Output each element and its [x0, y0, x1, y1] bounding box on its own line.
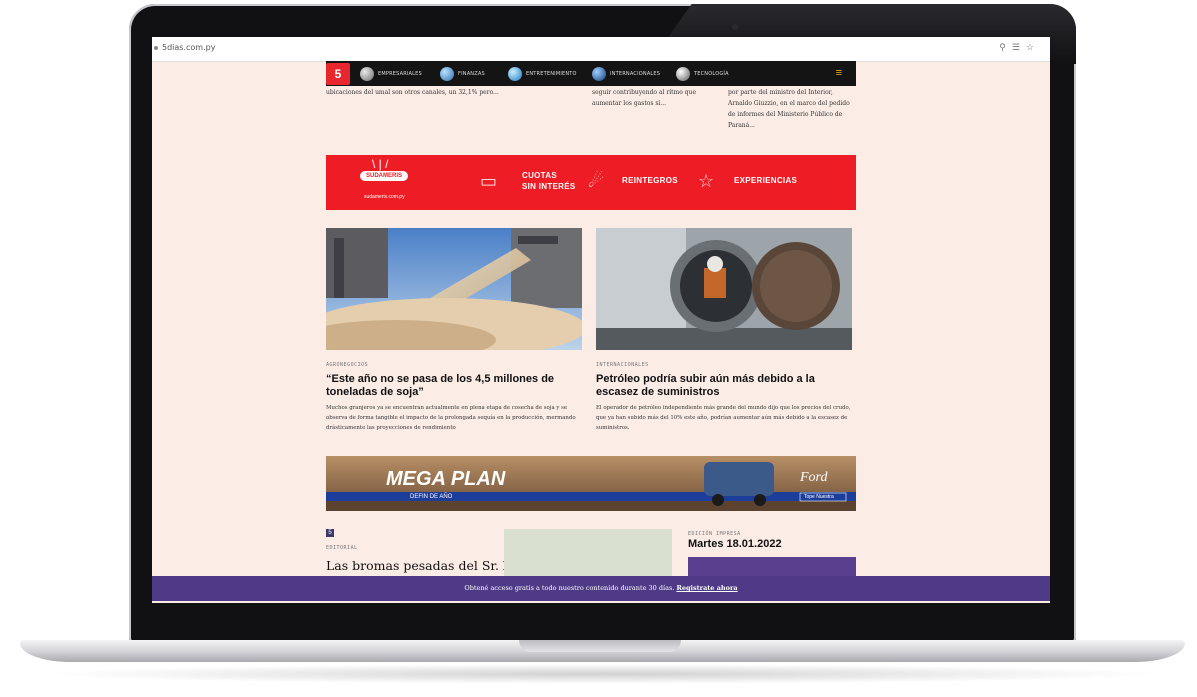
- screen: 5dias.com.py ⚲☰☆ 5 EMPRESARIALES FINANZA…: [152, 37, 1050, 603]
- laptop-notch: [519, 640, 681, 652]
- browser-tools: ⚲☰☆: [999, 42, 1040, 53]
- webcam: [732, 24, 738, 30]
- ad-cuotas-line1: CUOTAS: [522, 171, 557, 180]
- article-category-2[interactable]: INTERNACIONALES: [596, 362, 649, 368]
- ford-ad-banner[interactable]: MEGA PLAN DEFIN DE AÑO Ford Tope Nuestra: [326, 456, 856, 511]
- article-category-1[interactable]: AGRONEGOCIOS: [326, 362, 368, 368]
- article-title-1[interactable]: “Este año no se pasa de los 4,5 millones…: [326, 373, 588, 399]
- ford-ad-sub: DEFIN DE AÑO: [410, 494, 453, 500]
- article-fragment-middle-1[interactable]: seguir contribuyendo al rítmo que: [592, 88, 716, 98]
- edition-date[interactable]: Martes 18.01.2022: [688, 538, 782, 550]
- editorial-category[interactable]: EDITORIAL: [326, 545, 358, 551]
- ad-site: sudameris.com.py: [364, 194, 405, 200]
- zoom-icon[interactable]: ⚲: [999, 42, 1012, 52]
- globe-icon: [508, 67, 522, 81]
- laptop-frame: 5dias.com.py ⚲☰☆ 5 EMPRESARIALES FINANZA…: [0, 0, 1197, 697]
- editorial-headline[interactable]: Las bromas pesadas del Sr. Xi: [326, 558, 516, 573]
- ad-experiencias: EXPERIENCIAS: [734, 176, 798, 185]
- card-icon: ▭: [480, 171, 498, 191]
- article-summary-1[interactable]: Muchos granjeros ya se encuentran actual…: [326, 403, 588, 433]
- site-logo[interactable]: 5: [326, 63, 350, 85]
- sudameris-ad-banner[interactable]: \ | / SUDAMERIS sudameris.com.py ▭ CUOTA…: [326, 155, 856, 210]
- url-text[interactable]: 5dias.com.py: [162, 43, 215, 52]
- hand-coin-icon: ☄: [588, 171, 605, 191]
- article-fragment-right-1[interactable]: por parte del ministro del Interior,: [728, 88, 858, 98]
- reader-icon[interactable]: ☰: [1012, 42, 1026, 52]
- article-fragment-middle-2[interactable]: aumentar los gastos si...: [592, 99, 716, 109]
- promo-text: Obtené acceso gratis a todo nuestro cont…: [464, 584, 675, 592]
- sun-rays-icon: \ | /: [372, 157, 389, 171]
- address-bar[interactable]: 5dias.com.py ⚲☰☆: [152, 37, 1050, 62]
- edition-label: EDICIÓN IMPRESA: [688, 531, 741, 537]
- article-title-2[interactable]: Petróleo podría subir aún más debido a l…: [596, 373, 858, 399]
- promo-register-link[interactable]: Registrate ahora: [676, 584, 737, 592]
- ad-brand: SUDAMERIS: [360, 171, 409, 181]
- site-info-icon[interactable]: [154, 46, 158, 50]
- editorial-logo-icon: 5: [326, 529, 334, 537]
- article-photo-soy[interactable]: [326, 228, 582, 350]
- nav-item-finanzas[interactable]: FINANZAS: [440, 66, 485, 82]
- globe-icon: [440, 67, 454, 81]
- nav-item-tecnologia[interactable]: TECNOLOGÍA: [676, 66, 729, 82]
- nav-item-empresariales[interactable]: EMPRESARIALES: [360, 66, 422, 82]
- ford-logo: Ford: [800, 470, 828, 485]
- article-summary-2[interactable]: El operador de petróleo independiente má…: [596, 403, 858, 433]
- ford-ad-headline: MEGA PLAN: [386, 468, 506, 490]
- globe-icon: [592, 67, 606, 81]
- bookmark-star-icon[interactable]: ☆: [1026, 42, 1040, 52]
- ad-cuotas-line2: SIN INTERÉS: [522, 182, 576, 191]
- article-fragment-right-2[interactable]: Arnaldo Giuzzio, en el marco del pedido: [728, 99, 858, 109]
- nav-item-internacionales[interactable]: INTERNACIONALES: [592, 66, 660, 82]
- nav-item-entretenimiento[interactable]: ENTRETENIMIENTO: [508, 66, 577, 82]
- site-nav: 5 EMPRESARIALES FINANZAS ENTRETENIMIENTO…: [326, 61, 856, 86]
- hamburger-menu-icon[interactable]: ≡: [836, 67, 842, 79]
- globe-icon: [360, 67, 374, 81]
- article-fragment-right-4[interactable]: Paraná...: [728, 121, 858, 131]
- star-icon: ☆: [698, 171, 715, 191]
- article-fragment-right-3[interactable]: de informes del Ministerio Público de: [728, 110, 858, 120]
- ford-ad-tag: Tope Nuestra: [804, 494, 834, 500]
- article-fragment-left[interactable]: ubicaciones del umal son otros canales, …: [326, 88, 586, 98]
- ad-reintegros: REINTEGROS: [622, 176, 678, 185]
- laptop-shadow: [40, 664, 1165, 684]
- article-photo-oil[interactable]: [596, 228, 852, 350]
- subscription-promo-bar: Obtené acceso gratis a todo nuestro cont…: [152, 576, 1050, 601]
- globe-icon: [676, 67, 690, 81]
